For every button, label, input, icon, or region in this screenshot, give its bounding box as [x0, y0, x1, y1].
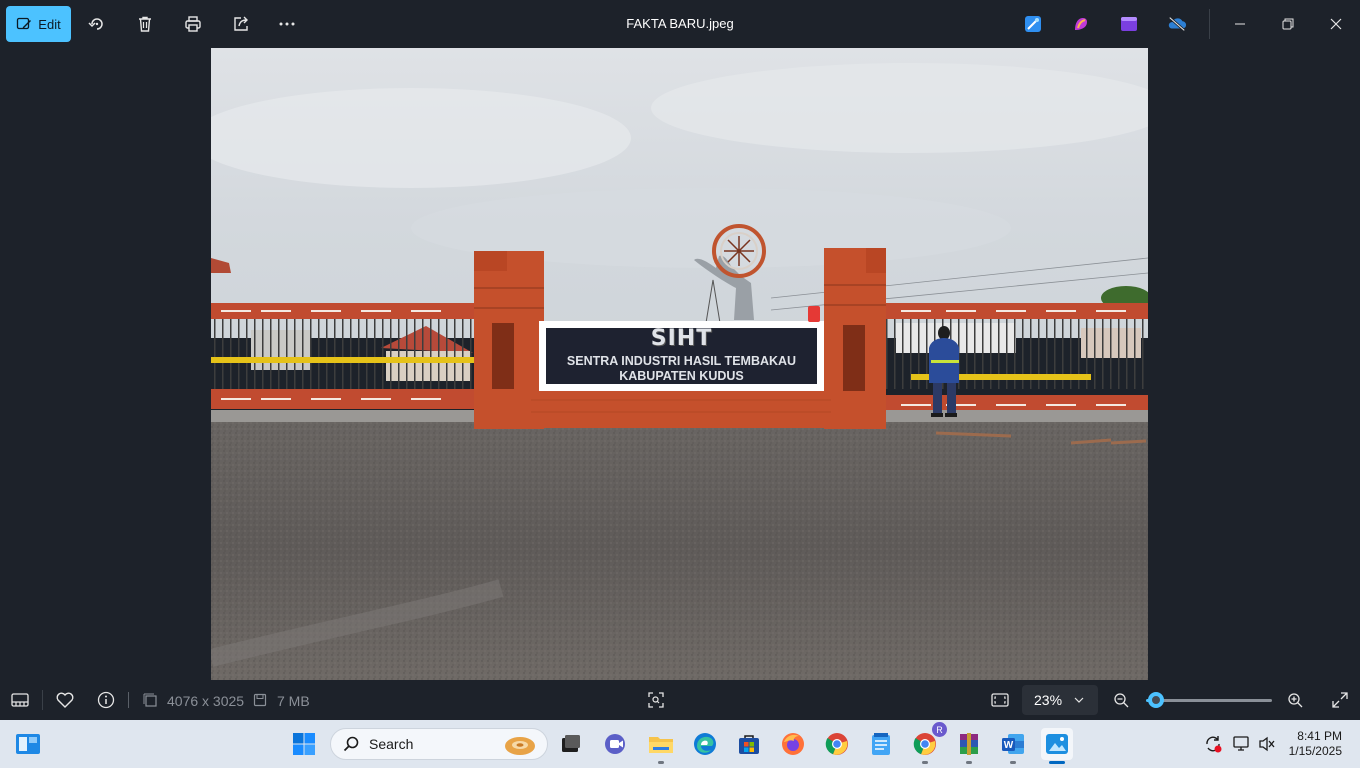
search-placeholder: Search	[369, 736, 414, 752]
taskbar	[0, 720, 1360, 768]
fit-to-window-icon[interactable]	[990, 690, 1010, 710]
clock-time: 8:41 PM	[1297, 729, 1342, 743]
network-display-icon[interactable]	[1232, 734, 1252, 754]
favorite-heart-icon[interactable]	[55, 690, 75, 710]
running-indicator	[966, 761, 972, 764]
search-icon	[343, 736, 359, 752]
visual-search-icon[interactable]	[646, 690, 666, 710]
meet-icon[interactable]	[600, 728, 632, 760]
zoom-level-dropdown[interactable]: 23%	[1022, 685, 1098, 715]
sign-line-2: KABUPATEN KUDUS	[619, 369, 744, 383]
taskbar-search-box[interactable]: Search	[330, 728, 548, 760]
active-indicator	[1049, 761, 1065, 764]
dimensions-icon	[140, 690, 160, 710]
start-icon[interactable]	[288, 728, 320, 760]
photo-view[interactable]: SIHT SENTRA INDUSTRI HASIL TEMBAKAU KABU…	[211, 48, 1148, 680]
winrar-icon[interactable]	[953, 728, 985, 764]
zoom-out-icon[interactable]	[1111, 690, 1131, 710]
close-icon[interactable]	[1324, 12, 1348, 36]
top-toolbar: Edit FAKTA BARU.jpeg	[0, 0, 1360, 48]
edge-icon[interactable]	[689, 728, 721, 760]
filmstrip-icon[interactable]	[10, 690, 30, 710]
zoom-slider-thumb[interactable]	[1148, 692, 1165, 708]
task-view-icon[interactable]	[555, 728, 587, 760]
profile-badge-letter: R	[936, 724, 943, 735]
running-indicator	[658, 761, 664, 764]
taskbar-clock[interactable]: 8:41 PM 1/15/2025	[1289, 729, 1342, 759]
full-screen-icon[interactable]	[1330, 690, 1350, 710]
search-highlight-icon	[505, 737, 535, 755]
profile-badge: R	[932, 722, 947, 737]
svg-text:W: W	[1004, 740, 1014, 751]
chrome-profile-icon[interactable]: R	[909, 722, 947, 764]
word-icon[interactable]: W	[997, 728, 1029, 764]
store-icon[interactable]	[733, 728, 765, 760]
onedrive-off-icon[interactable]	[1167, 14, 1187, 34]
photos-app-window: Edit FAKTA BARU.jpeg SIHT SENTRA INDUSTR…	[0, 0, 1360, 720]
photos-icon[interactable]	[1041, 728, 1073, 764]
info-icon[interactable]	[96, 690, 116, 710]
widgets-icon[interactable]	[12, 728, 44, 760]
file-title: FAKTA BARU.jpeg	[626, 16, 734, 31]
chrome-icon[interactable]	[821, 728, 853, 760]
sign-line-1: SENTRA INDUSTRI HASIL TEMBAKAU	[566, 354, 797, 368]
zoom-in-icon[interactable]	[1285, 690, 1305, 710]
volume-muted-icon[interactable]	[1257, 734, 1277, 754]
image-dimensions: 4076 x 3025	[167, 693, 245, 709]
zoom-value: 23%	[1034, 692, 1063, 708]
running-indicator	[1010, 761, 1016, 764]
file-size: 7 MB	[277, 693, 310, 709]
file-size-icon	[250, 690, 270, 710]
zoom-slider-track[interactable]	[1150, 699, 1272, 702]
designer-icon[interactable]	[1023, 14, 1043, 34]
file-explorer-icon[interactable]	[645, 728, 677, 764]
chevron-down-icon	[1074, 697, 1084, 703]
notepad-icon[interactable]	[865, 728, 897, 760]
clock-date: 1/15/2025	[1288, 744, 1342, 758]
status-divider-2	[128, 692, 129, 708]
copilot-icon[interactable]	[1071, 14, 1091, 34]
minimize-icon[interactable]	[1228, 12, 1252, 36]
toolbar-divider	[1209, 9, 1210, 39]
clipchamp-icon[interactable]	[1119, 14, 1139, 34]
firefox-icon[interactable]	[777, 728, 809, 760]
update-sync-icon[interactable]	[1203, 734, 1223, 754]
restore-icon[interactable]	[1276, 12, 1300, 36]
status-divider	[42, 690, 43, 710]
running-indicator	[922, 761, 928, 764]
sign-title: SIHT	[650, 326, 713, 351]
